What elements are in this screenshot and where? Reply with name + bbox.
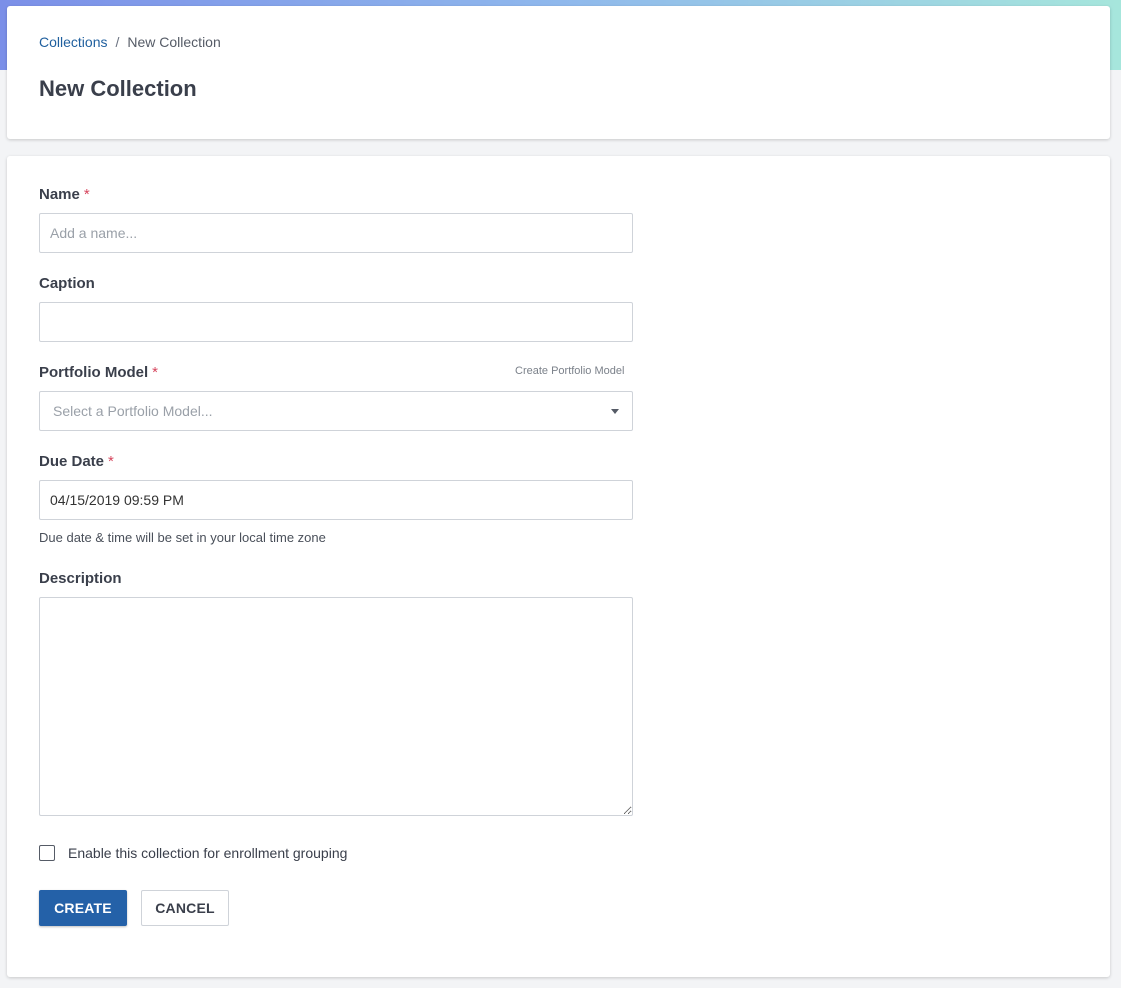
create-button[interactable]: CREATE xyxy=(39,890,127,926)
breadcrumb-collections-link[interactable]: Collections xyxy=(39,34,107,50)
breadcrumb-separator: / xyxy=(115,34,120,50)
collection-form-card: Name* Caption Portfolio Model* Create Po… xyxy=(7,156,1110,977)
name-label-text: Name xyxy=(39,186,80,203)
portfolio-model-label-text: Portfolio Model xyxy=(39,364,149,381)
caption-label: Caption xyxy=(39,275,95,292)
enrollment-checkbox-row: Enable this collection for enrollment gr… xyxy=(39,845,347,861)
page-header-card: Collections / New Collection New Collectio… xyxy=(7,6,1110,139)
caption-input[interactable] xyxy=(39,302,633,342)
portfolio-model-placeholder: Select a Portfolio Model... xyxy=(53,403,213,419)
due-date-label-text: Due Date xyxy=(39,453,105,470)
enrollment-checkbox[interactable] xyxy=(39,845,55,861)
cancel-button[interactable]: CANCEL xyxy=(141,890,229,926)
due-date-hint: Due date & time will be set in your loca… xyxy=(39,530,326,545)
page-title: New Collection xyxy=(39,76,197,101)
required-mark: * xyxy=(152,364,158,381)
due-date-input[interactable] xyxy=(39,480,633,520)
caret-down-icon xyxy=(611,408,619,414)
name-input[interactable] xyxy=(39,213,633,253)
due-date-label: Due Date * xyxy=(39,453,114,470)
enrollment-checkbox-label[interactable]: Enable this collection for enrollment gr… xyxy=(68,845,347,861)
required-mark: * xyxy=(83,186,90,203)
portfolio-model-select[interactable]: Select a Portfolio Model... xyxy=(39,391,633,431)
name-label: Name * xyxy=(39,186,90,203)
portfolio-model-label: Portfolio Model * xyxy=(39,364,158,381)
breadcrumb-current: New Collection xyxy=(127,34,221,50)
create-portfolio-model-link[interactable]: Create Portfolio Model xyxy=(515,365,624,377)
description-label: Description xyxy=(39,570,122,587)
required-mark: * xyxy=(108,453,114,470)
breadcrumb: Collections / New Collection xyxy=(39,34,221,50)
description-textarea[interactable] xyxy=(39,597,633,816)
